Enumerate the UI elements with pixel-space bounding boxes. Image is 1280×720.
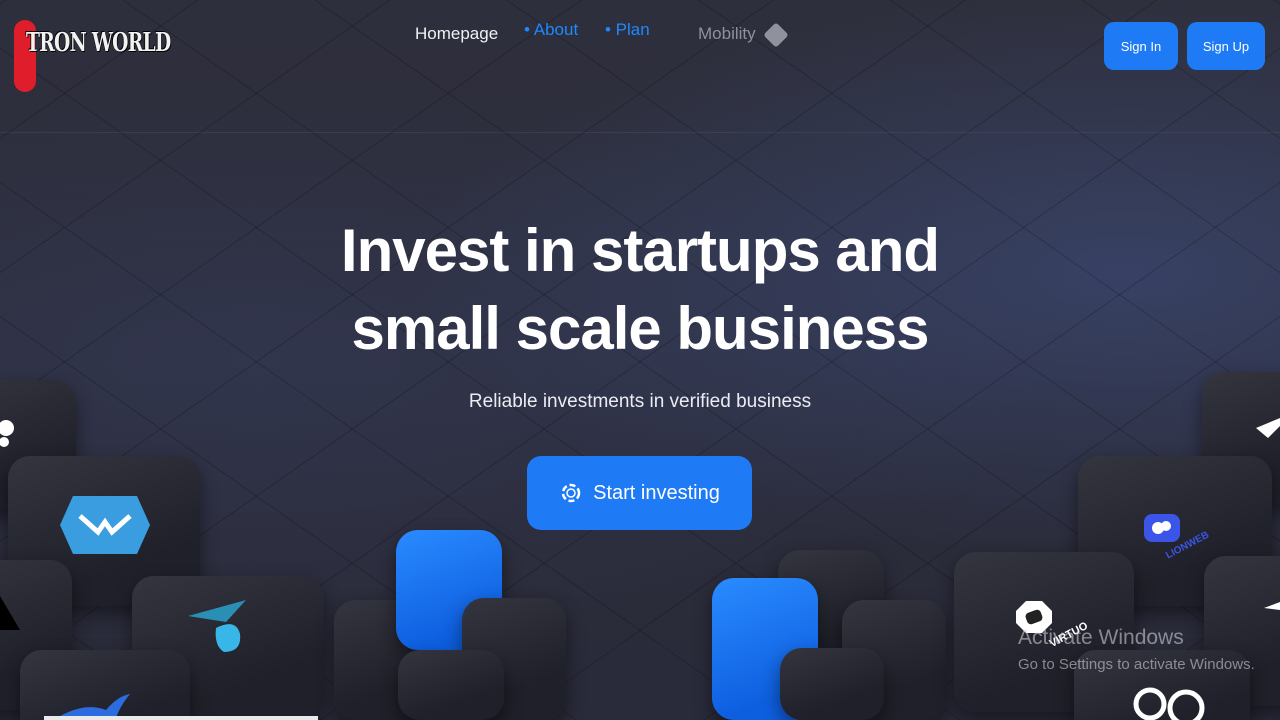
nav-link-about[interactable]: • About [524, 20, 578, 40]
lionweb-logo: LIONWEB [1140, 500, 1230, 561]
right-bottom-logo-icon [1133, 687, 1205, 720]
right-top-logo-icon [1256, 418, 1280, 438]
right-low-logo-icon [1264, 602, 1280, 610]
hero-title: Invest in startups and small scale busin… [0, 212, 1280, 368]
lionweb-cloud-icon [1144, 513, 1180, 542]
sign-in-button[interactable]: Sign In [1104, 22, 1178, 70]
tile-center-dark-3 [398, 650, 504, 720]
spinner-icon [561, 483, 581, 503]
tile-center-dark-6 [780, 648, 884, 720]
arrow-logo-icon [188, 600, 246, 652]
hero-title-line2: small scale business [351, 295, 929, 362]
site-logo[interactable]: TRON WORLD [12, 14, 171, 92]
cloud-logo-icon [0, 420, 14, 447]
start-investing-button[interactable]: Start investing [527, 456, 752, 530]
nav-link-homepage[interactable]: Homepage [415, 24, 498, 44]
hero-title-line1: Invest in startups and [340, 217, 940, 284]
nav-link-mobility[interactable]: Mobility [698, 24, 756, 44]
nav-link-plan[interactable]: • Plan [605, 20, 650, 40]
header-divider [0, 132, 1280, 133]
start-investing-label: Start investing [593, 481, 720, 504]
windows-activation-subtitle: Go to Settings to activate Windows. [1018, 656, 1255, 673]
logo-text: TRON WORLD [26, 28, 171, 58]
windows-activation-title: Activate Windows [1018, 626, 1184, 649]
bottom-scroll-indicator [44, 716, 318, 720]
triangle-logo-icon [0, 596, 20, 630]
sign-up-button[interactable]: Sign Up [1187, 22, 1265, 70]
m-logo-icon [60, 496, 150, 554]
hero-subtitle: Reliable investments in verified busines… [468, 391, 812, 412]
